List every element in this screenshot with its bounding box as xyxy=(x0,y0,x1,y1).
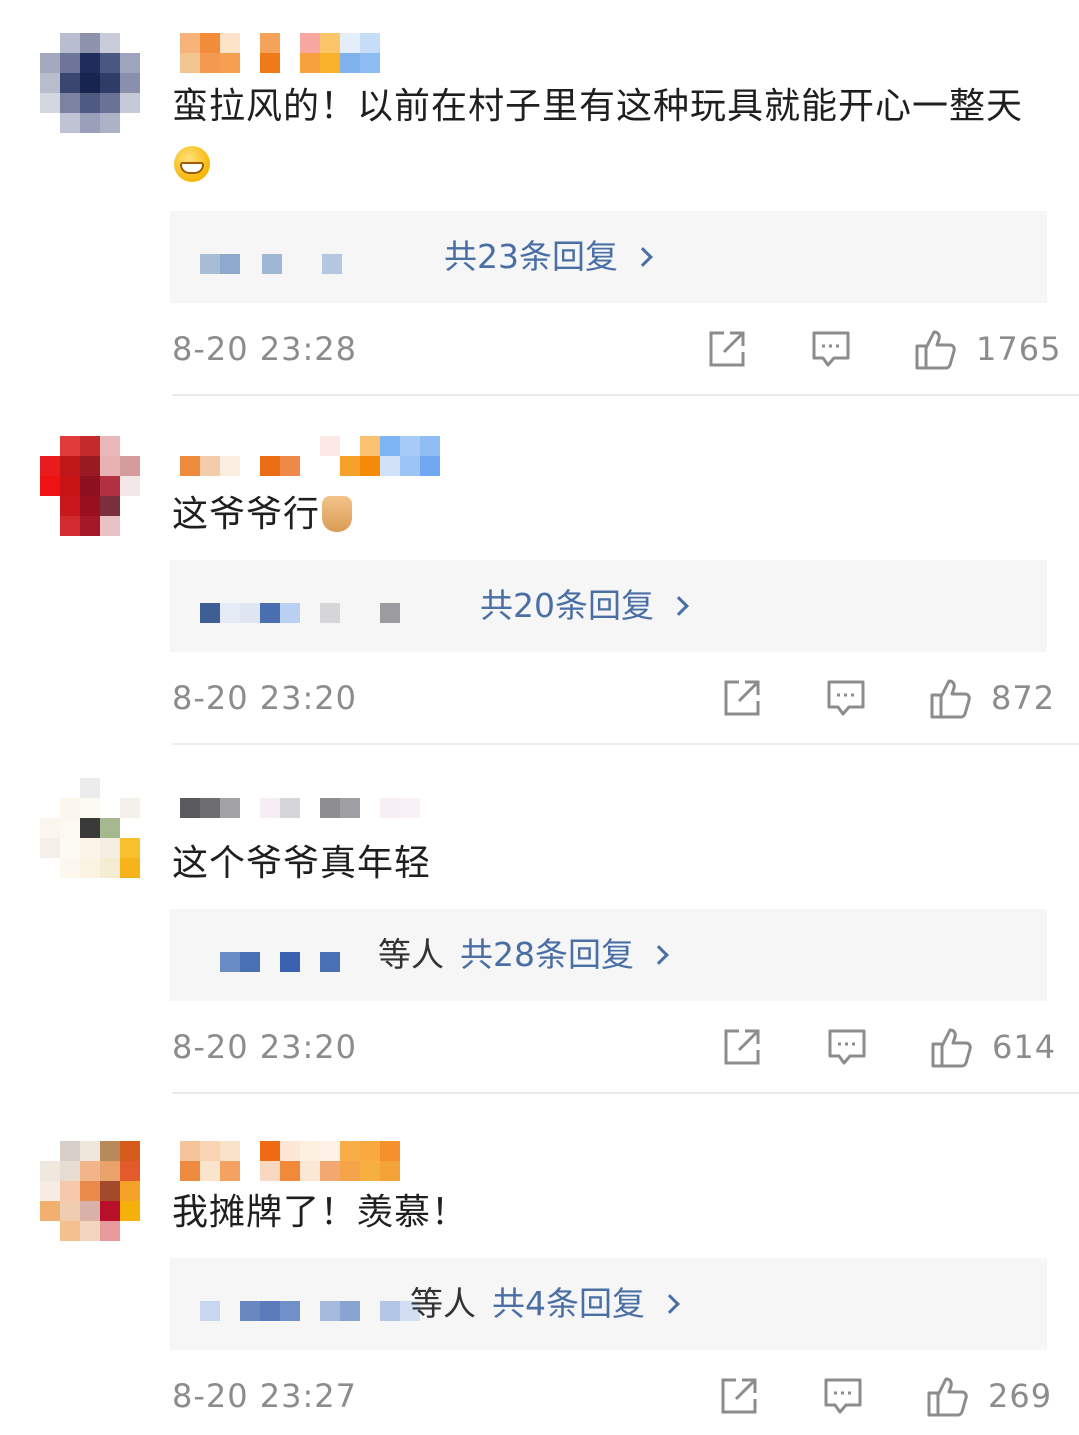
reply-usernames xyxy=(200,249,342,279)
view-replies-link[interactable]: 共23条回复 xyxy=(428,211,653,303)
comment-item: 这个爷爷真年轻 等人 共28条回复 8-20 23:20 614 xyxy=(0,698,1079,1094)
rock-on-hand-emoji-icon xyxy=(322,496,353,532)
thumbs-up-icon[interactable] xyxy=(925,1373,971,1417)
username[interactable] xyxy=(180,33,380,73)
chevron-right-icon xyxy=(633,247,653,267)
comment-item: 我摊牌了！羡慕！ 等人 共4条回复 8-20 23:27 269 xyxy=(0,1047,1079,1417)
avatar[interactable] xyxy=(40,436,140,536)
comment-text: 我摊牌了！羡慕！ xyxy=(172,1184,1032,1242)
comment-icon[interactable] xyxy=(822,1375,868,1417)
reply-usernames xyxy=(200,1296,420,1326)
comment-item: 这爷爷行 共20条回复 8-20 23:20 872 xyxy=(0,349,1079,745)
reply-usernames xyxy=(200,947,380,977)
username[interactable] xyxy=(180,778,420,818)
comment-text: 蛮拉风的！以前在村子里有这种玩具就能开心一整天 xyxy=(172,78,1032,194)
reply-count-label: 共20条回复 xyxy=(480,586,654,625)
comment-body: 这爷爷行 xyxy=(172,494,321,535)
reply-count-label: 共4条回复 xyxy=(492,1284,645,1323)
chevron-right-icon xyxy=(660,1294,680,1314)
reply-preview[interactable]: 共20条回复 xyxy=(170,560,1047,652)
share-icon[interactable] xyxy=(718,1375,764,1417)
reply-preview[interactable]: 共23条回复 xyxy=(170,211,1047,303)
comment-item: 蛮拉风的！以前在村子里有这种玩具就能开心一整天 共23条回复 8-20 23:2… xyxy=(0,0,1079,396)
view-replies-link[interactable]: 等人 共28条回复 xyxy=(378,909,669,1001)
username[interactable] xyxy=(180,436,440,476)
view-replies-link[interactable]: 等人 共4条回复 xyxy=(410,1258,680,1350)
grinning-face-emoji-icon xyxy=(174,146,210,182)
reply-prefix: 等人 xyxy=(378,935,444,974)
comment-body: 我摊牌了！羡慕！ xyxy=(172,1192,469,1233)
timestamp: 8-20 23:27 xyxy=(172,1377,358,1415)
comment-body: 蛮拉风的！以前在村子里有这种玩具就能开心一整天 xyxy=(172,86,1024,127)
comment-list: 蛮拉风的！以前在村子里有这种玩具就能开心一整天 共23条回复 8-20 23:2… xyxy=(0,0,1079,1435)
chevron-right-icon xyxy=(649,945,669,965)
username[interactable] xyxy=(180,1141,400,1181)
avatar[interactable] xyxy=(40,33,140,133)
reply-preview[interactable]: 等人 共4条回复 xyxy=(170,1258,1047,1350)
view-replies-link[interactable]: 共20条回复 xyxy=(464,560,689,652)
avatar[interactable] xyxy=(40,778,140,878)
reply-usernames xyxy=(200,598,400,628)
reply-preview[interactable]: 等人 共28条回复 xyxy=(170,909,1047,1001)
reply-count-label: 共23条回复 xyxy=(444,237,618,276)
chevron-right-icon xyxy=(669,596,689,616)
reply-prefix: 等人 xyxy=(410,1284,476,1323)
avatar[interactable] xyxy=(40,1141,140,1241)
comment-body: 这个爷爷真年轻 xyxy=(172,843,432,884)
comment-text: 这个爷爷真年轻 xyxy=(172,835,1032,893)
comment-text: 这爷爷行 xyxy=(172,486,1032,544)
like-count: 269 xyxy=(988,1377,1053,1415)
reply-count-label: 共28条回复 xyxy=(460,935,634,974)
